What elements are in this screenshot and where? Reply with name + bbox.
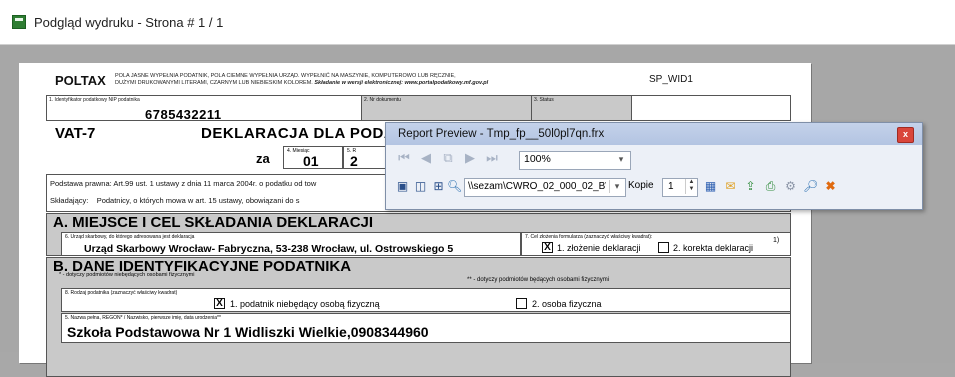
go-to-page-icon[interactable]: ⧉ bbox=[440, 151, 456, 165]
poltax-logo: POLTAX bbox=[55, 73, 106, 88]
status-label: 3. Status bbox=[534, 97, 554, 103]
first-page-icon[interactable]: ⏮ bbox=[396, 151, 412, 165]
zoom-icon[interactable]: 🔍︎ bbox=[447, 179, 462, 194]
month-value: 01 bbox=[303, 153, 319, 169]
document-page: POLTAX POLA JASNE WYPEŁNIA PODATNIK, POL… bbox=[19, 63, 811, 377]
dialog-titlebar[interactable]: Report Preview - Tmp_fp__50l0pl7qn.frx x bbox=[386, 123, 922, 145]
nip-field: 1. Identyfikator podatkowy NIP podatnika… bbox=[47, 96, 362, 122]
tax-office-value: Urząd Skarbowy Wrocław- Fabryczna, 53-23… bbox=[84, 243, 454, 255]
option-natural-label: 2. osoba fizyczna bbox=[532, 299, 602, 309]
instructions-text: DUŻYMI DRUKOWANYMI LITERAMI, CZARNYM LUB… bbox=[115, 79, 313, 86]
section-b: B. DANE IDENTYFIKACYJNE PODATNIKA * - do… bbox=[46, 257, 791, 377]
zoom-select[interactable]: 100% ▾ bbox=[519, 151, 631, 170]
two-pages-icon[interactable]: ◫ bbox=[413, 179, 428, 194]
printer-select[interactable]: \\sezam\CWRO_02_000_02_BW_P ▾ bbox=[464, 178, 626, 197]
section-b-note-2: ** - dotyczy podmiotów będących osobami … bbox=[467, 277, 610, 283]
dialog-title: Report Preview - Tmp_fp__50l0pl7qn.frx bbox=[398, 128, 605, 140]
purpose-field: 7. Cel złożenia formularza (zaznaczyć wł… bbox=[521, 232, 791, 256]
taxpayer-name-field: 5. Nazwa pełna, REGON* / Nazwisko, pierw… bbox=[61, 313, 791, 343]
option-submission-label: 1. złożenie deklaracji bbox=[557, 243, 641, 253]
chevron-down-icon: ▾ bbox=[618, 154, 624, 164]
tax-office-field: 6. Urząd skarbowy, do którego adresowana… bbox=[61, 232, 521, 256]
month-field: 4. Miesiąc 01 bbox=[283, 146, 343, 169]
checkbox-non-natural: X bbox=[214, 298, 225, 309]
taxpayer-type-label: 8. Rodzaj podatnika (zaznaczyć właściwy … bbox=[65, 290, 178, 296]
chevron-down-icon: ▾ bbox=[609, 180, 624, 193]
checkbox-submission: X bbox=[542, 242, 553, 253]
section-a: A. MIEJSCE I CEL SKŁADANIA DEKLARACJI 6.… bbox=[46, 213, 791, 256]
email-icon[interactable]: ✉ bbox=[723, 179, 738, 194]
previous-page-icon[interactable]: ◀ bbox=[418, 151, 434, 165]
tax-office-label: 6. Urząd skarbowy, do którego adresowana… bbox=[65, 234, 195, 240]
copies-stepper[interactable]: 1 ▲ ▼ bbox=[662, 178, 698, 197]
taxpayer-name-label: 5. Nazwa pełna, REGON* / Nazwisko, pierw… bbox=[65, 315, 221, 321]
copies-label: Kopie bbox=[628, 180, 654, 191]
settings-icon[interactable]: ⚙ bbox=[783, 179, 798, 194]
filers-line: Składający: Podatnicy, o których mowa w … bbox=[50, 196, 299, 205]
find-icon[interactable]: 🔎︎ bbox=[803, 179, 818, 194]
taxpayer-type-field: 8. Rodzaj podatnika (zaznaczyć właściwy … bbox=[61, 288, 791, 312]
purpose-label: 7. Cel złożenia formularza (zaznaczyć wł… bbox=[525, 234, 653, 240]
multi-page-icon[interactable]: ⊞ bbox=[431, 179, 446, 194]
filers-label: Składający: bbox=[50, 196, 89, 205]
last-page-icon[interactable]: ⏭ bbox=[484, 151, 500, 165]
filers-text: Podatnicy, o których mowa w art. 15 usta… bbox=[96, 196, 300, 205]
printer-value: \\sezam\CWRO_02_000_02_BW_P bbox=[468, 181, 606, 192]
next-page-icon[interactable]: ▶ bbox=[462, 151, 478, 165]
checkbox-natural bbox=[516, 298, 527, 309]
period-prefix: za bbox=[256, 151, 270, 166]
legal-basis-text: Art.99 ust. 1 ustawy z dnia 11 marca 200… bbox=[113, 179, 317, 188]
status-field: 3. Status bbox=[532, 96, 632, 120]
close-button[interactable]: x bbox=[897, 127, 914, 143]
section-b-note-1: * - dotyczy podmiotów niebędących osobam… bbox=[59, 272, 195, 278]
copies-value: 1 bbox=[668, 181, 674, 192]
app-icon bbox=[12, 15, 26, 29]
nip-label: 1. Identyfikator podatkowy NIP podatnika bbox=[49, 97, 140, 103]
document-number-field: 2. Nr dokumentu bbox=[362, 96, 532, 120]
identifier-row: 1. Identyfikator podatkowy NIP podatnika… bbox=[46, 95, 791, 122]
zoom-value: 100% bbox=[524, 153, 551, 165]
report-preview-dialog[interactable]: Report Preview - Tmp_fp__50l0pl7qn.frx x… bbox=[385, 122, 923, 210]
epodatki-note: Składanie w wersji elektronicznej: www.p… bbox=[314, 79, 489, 86]
section-a-heading: A. MIEJSCE I CEL SKŁADANIA DEKLARACJI bbox=[53, 214, 374, 231]
document-number-label: 2. Nr dokumentu bbox=[364, 97, 401, 103]
window-titlebar: Podgląd wydruku - Strona # 1 / 1 bbox=[0, 0, 955, 45]
form-header: POLTAX POLA JASNE WYPEŁNIA PODATNIK, POL… bbox=[46, 73, 791, 93]
save-icon[interactable]: ▦ bbox=[703, 179, 718, 194]
legal-basis-label: Podstawa prawna: bbox=[50, 179, 112, 188]
checkbox-correction bbox=[658, 242, 669, 253]
footnote-mark: 1) bbox=[773, 237, 780, 244]
single-page-icon[interactable]: ▣ bbox=[395, 179, 410, 194]
print-icon[interactable]: ⎙ bbox=[763, 179, 778, 194]
window-title: Podgląd wydruku - Strona # 1 / 1 bbox=[34, 14, 224, 30]
stepper-arrows-icon[interactable]: ▲ ▼ bbox=[685, 179, 697, 194]
form-instructions: POLA JASNE WYPEŁNIA PODATNIK, POLA CIEMN… bbox=[115, 73, 675, 86]
form-type: VAT-7 bbox=[55, 125, 96, 142]
export-icon[interactable]: ⇪ bbox=[743, 179, 758, 194]
option-non-natural-label: 1. podatnik niebędący osobą fizyczną bbox=[230, 299, 380, 309]
dialog-toolbar: ⏮ ◀ ⧉ ▶ ⏭ 100% ▾ ▣ ◫ ⊞ 🔍︎ \\sezam\CWRO_0… bbox=[386, 145, 922, 209]
taxpayer-name-value: Szkoła Podstawowa Nr 1 Widliszki Wielkie… bbox=[67, 324, 429, 340]
legal-basis-line: Podstawa prawna: Art.99 ust. 1 ustawy z … bbox=[50, 179, 316, 188]
instructions-line-2: DUŻYMI DRUKOWANYMI LITERAMI, CZARNYM LUB… bbox=[115, 80, 675, 87]
nip-value: 6785432211 bbox=[145, 107, 222, 122]
year-value: 2 bbox=[350, 153, 358, 169]
viewer-background bbox=[813, 63, 955, 363]
option-correction-label: 2. korekta deklaracji bbox=[673, 243, 754, 253]
form-code: SP_WID1 bbox=[649, 74, 693, 85]
close-preview-icon[interactable]: ✖ bbox=[823, 179, 838, 194]
